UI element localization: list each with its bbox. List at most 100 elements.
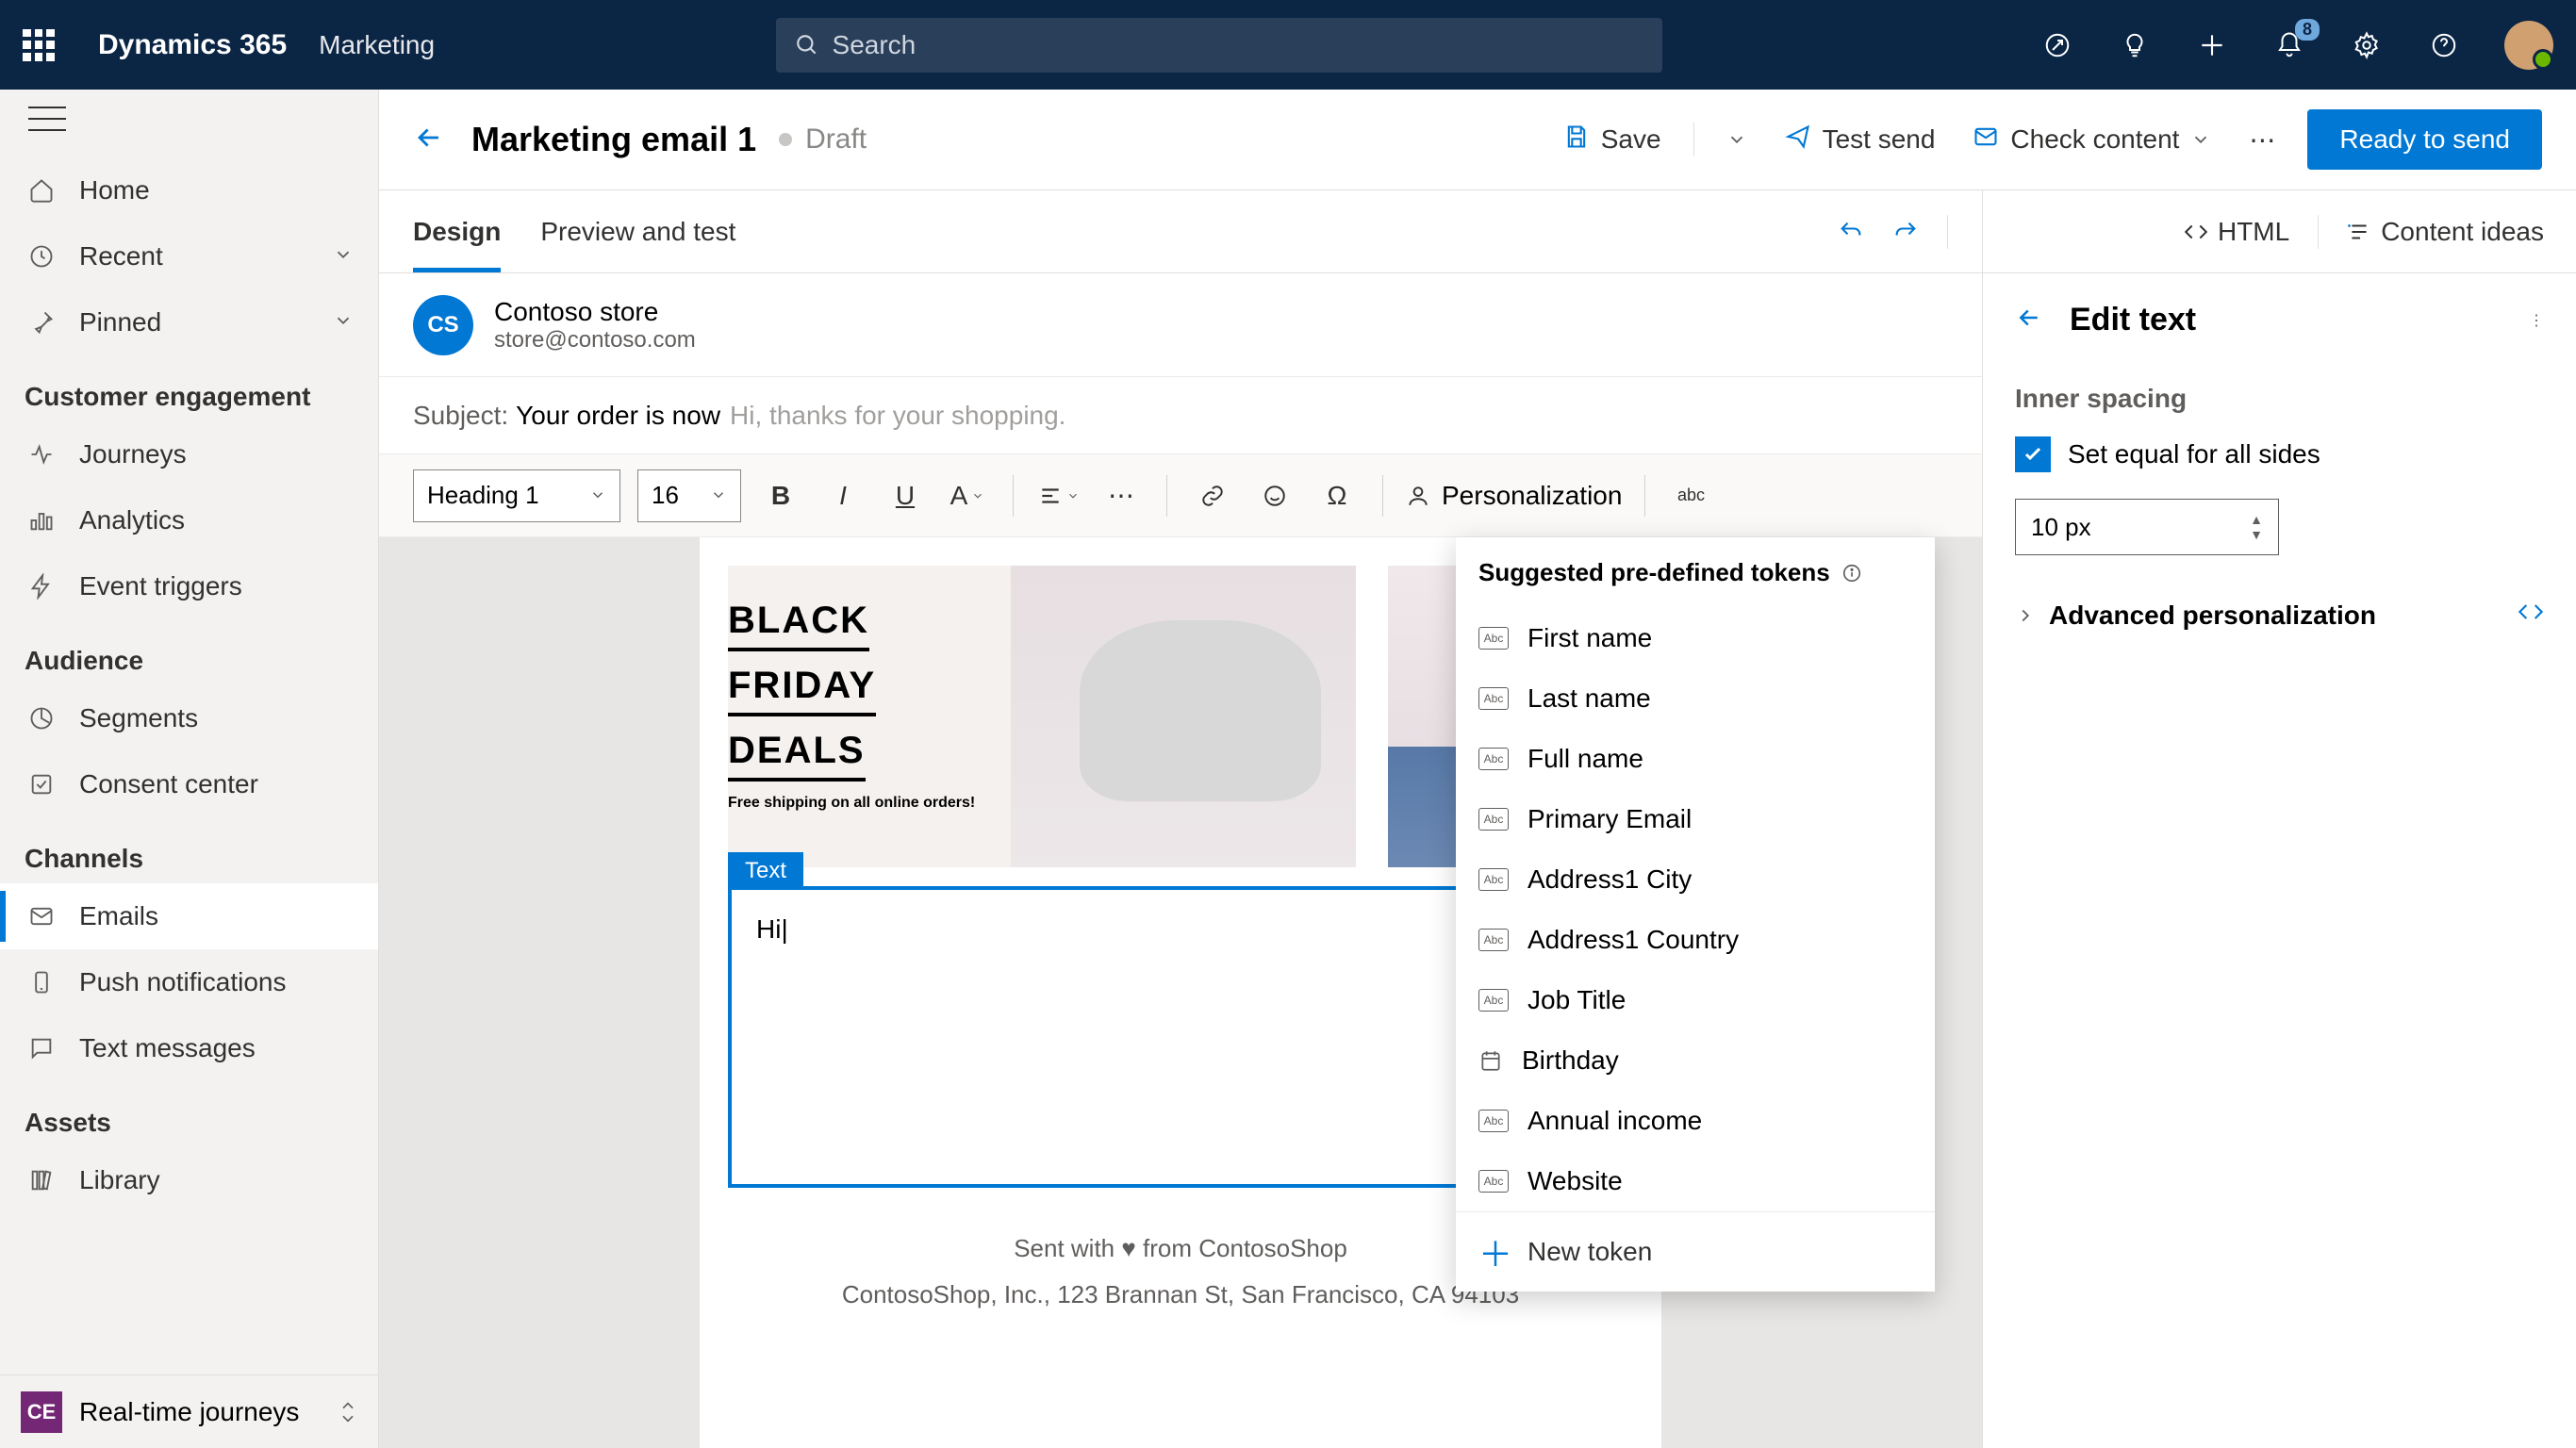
new-token-item[interactable]: ＋New token [1456, 1211, 1935, 1292]
token-item[interactable]: AbcFirst name [1456, 608, 1935, 668]
nav-library[interactable]: Library [0, 1147, 378, 1213]
search-icon [795, 33, 819, 58]
back-button[interactable] [413, 122, 445, 158]
info-icon[interactable] [1841, 563, 1862, 584]
analytics-icon [25, 507, 58, 534]
advanced-personalization-toggle[interactable]: Advanced personalization [2015, 599, 2544, 632]
nav-emails[interactable]: Emails [0, 883, 378, 949]
align-button[interactable] [1036, 473, 1082, 518]
token-item[interactable]: AbcAnnual income [1456, 1091, 1935, 1151]
sender-row[interactable]: CS Contoso store store@contoso.com [379, 273, 1982, 377]
more-button[interactable]: ⋯ [2243, 117, 2281, 163]
token-item[interactable]: AbcFull name [1456, 729, 1935, 789]
fontsize-select[interactable]: 16 [637, 469, 741, 522]
nav-segments[interactable]: Segments [0, 685, 378, 751]
personalization-button[interactable]: Personalization [1406, 481, 1622, 511]
nav-journeys[interactable]: Journeys [0, 421, 378, 487]
test-send-button[interactable]: Test send [1779, 116, 1941, 164]
undo-button[interactable] [1838, 219, 1864, 245]
module-name: Marketing [319, 30, 435, 60]
code-icon[interactable] [2518, 599, 2544, 632]
link-button[interactable] [1190, 473, 1235, 518]
underline-button[interactable]: U [883, 473, 928, 518]
left-nav: Home Recent Pinned Customer engagement J… [0, 90, 379, 1448]
spacing-input[interactable]: 10 px ▲▼ [2015, 499, 2279, 555]
token-item[interactable]: AbcAddress1 City [1456, 849, 1935, 910]
lightbulb-icon[interactable] [2118, 28, 2152, 62]
save-button[interactable]: Save [1558, 116, 1667, 164]
bold-button[interactable]: B [758, 473, 803, 518]
nav-section-channels: Channels [0, 817, 378, 883]
consent-icon [25, 771, 58, 798]
mail-icon [25, 903, 58, 930]
search-input[interactable]: Search [776, 18, 1662, 73]
nav-home[interactable]: Home [0, 157, 378, 223]
share-icon[interactable] [2040, 28, 2074, 62]
phone-icon [25, 969, 58, 996]
nav-pinned[interactable]: Pinned [0, 289, 378, 355]
font-color-button[interactable]: A [945, 473, 990, 518]
nav-analytics[interactable]: Analytics [0, 487, 378, 553]
token-item[interactable]: AbcWebsite [1456, 1151, 1935, 1211]
token-item[interactable]: AbcPrimary Email [1456, 789, 1935, 849]
token-item[interactable]: AbcLast name [1456, 668, 1935, 729]
ready-to-send-button[interactable]: Ready to send [2307, 109, 2542, 170]
save-dropdown[interactable] [1721, 122, 1753, 157]
help-icon[interactable] [2427, 28, 2461, 62]
send-icon [1785, 123, 1811, 156]
check-content-button[interactable]: Check content [1967, 116, 2217, 164]
panel-back-button[interactable] [2015, 304, 2043, 337]
search-placeholder: Search [833, 30, 916, 60]
home-icon [25, 177, 58, 204]
nav-recent[interactable]: Recent [0, 223, 378, 289]
spinner-icon[interactable]: ▲▼ [2250, 512, 2263, 542]
heading-select[interactable]: Heading 1 [413, 469, 620, 522]
redo-button[interactable] [1892, 219, 1919, 245]
mail-check-icon [1973, 123, 1999, 156]
nav-footer[interactable]: CE Real-time journeys [0, 1374, 378, 1448]
nav-collapse-icon[interactable] [28, 107, 66, 131]
notifications-icon[interactable]: 8 [2272, 28, 2306, 62]
chevron-updown-icon [339, 1401, 357, 1423]
panel-title: Edit text [2070, 302, 2529, 338]
nav-section-assets: Assets [0, 1081, 378, 1147]
omega-button[interactable]: Ω [1314, 473, 1360, 518]
italic-button[interactable]: I [820, 473, 866, 518]
sender-name: Contoso store [494, 297, 696, 327]
user-avatar[interactable] [2504, 21, 2553, 70]
token-item[interactable]: AbcAddress1 Country [1456, 910, 1935, 970]
trigger-icon [25, 573, 58, 600]
nav-push[interactable]: Push notifications [0, 949, 378, 1015]
nav-event-triggers[interactable]: Event triggers [0, 553, 378, 619]
tab-row: Design Preview and test [379, 190, 1982, 273]
nav-consent[interactable]: Consent center [0, 751, 378, 817]
settings-icon[interactable] [2350, 28, 2384, 62]
notification-badge: 8 [2295, 19, 2320, 41]
app-launcher-icon[interactable] [23, 29, 55, 61]
plus-icon[interactable] [2195, 28, 2229, 62]
checkbox-icon [2015, 436, 2051, 472]
nav-text[interactable]: Text messages [0, 1015, 378, 1081]
nav-section-audience: Audience [0, 619, 378, 685]
emoji-button[interactable] [1252, 473, 1297, 518]
html-button[interactable]: HTML [2184, 217, 2289, 247]
token-item[interactable]: AbcJob Title [1456, 970, 1935, 1030]
pin-icon [25, 309, 58, 336]
chat-icon [25, 1035, 58, 1061]
more-format-button[interactable]: ⋯ [1098, 473, 1144, 518]
tab-design[interactable]: Design [413, 190, 518, 272]
subject-row[interactable]: Subject: Your order is now Hi, thanks fo… [379, 377, 1982, 454]
editor-toolbar: Heading 1 16 B I U A ⋯ Ω Personalization… [379, 454, 1982, 537]
sender-email: store@contoso.com [494, 327, 696, 354]
token-item[interactable]: Birthday [1456, 1030, 1935, 1091]
tab-preview[interactable]: Preview and test [540, 190, 752, 272]
equal-sides-checkbox[interactable]: Set equal for all sides [2015, 436, 2544, 472]
plus-icon: ＋ [1478, 1227, 1509, 1276]
right-panel: HTML Content ideas Edit text ⋮ Inner spa… [1982, 190, 2576, 1448]
segments-icon [25, 705, 58, 732]
brand-name: Dynamics 365 [98, 29, 287, 61]
panel-more-button[interactable]: ⋮ [2529, 311, 2544, 330]
spellcheck-button[interactable]: abc [1668, 473, 1713, 518]
save-icon [1563, 123, 1590, 156]
content-ideas-button[interactable]: Content ideas [2347, 217, 2544, 247]
